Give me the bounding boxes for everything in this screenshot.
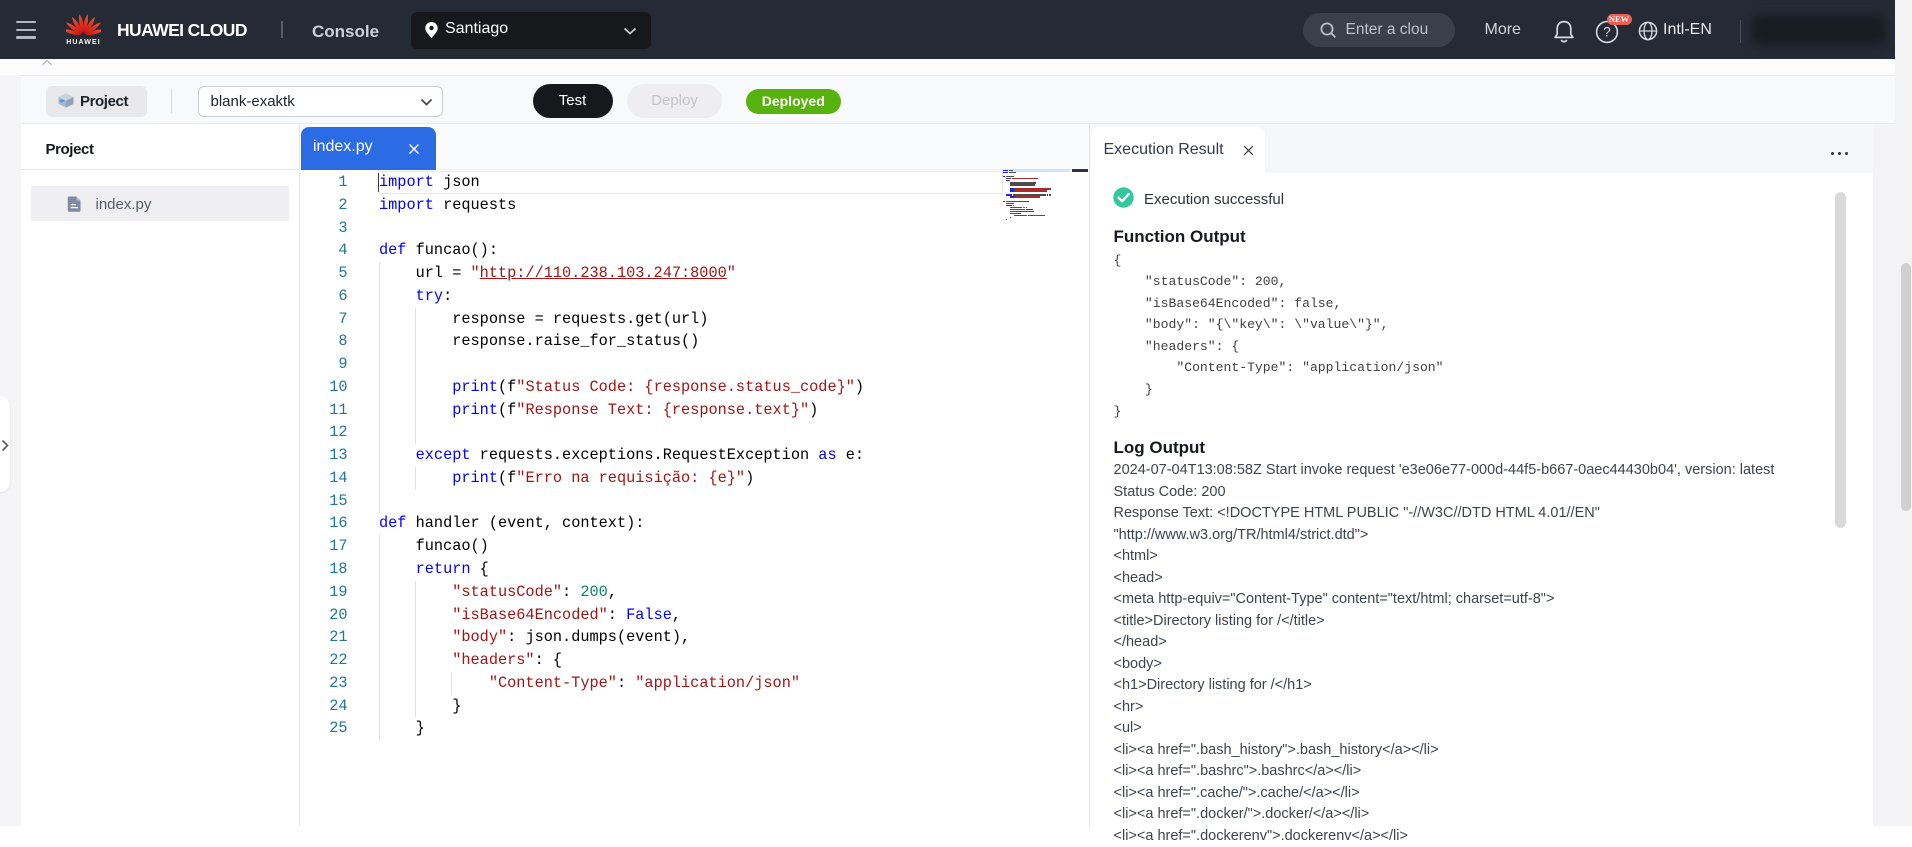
svg-text:?: ? xyxy=(1603,24,1611,39)
